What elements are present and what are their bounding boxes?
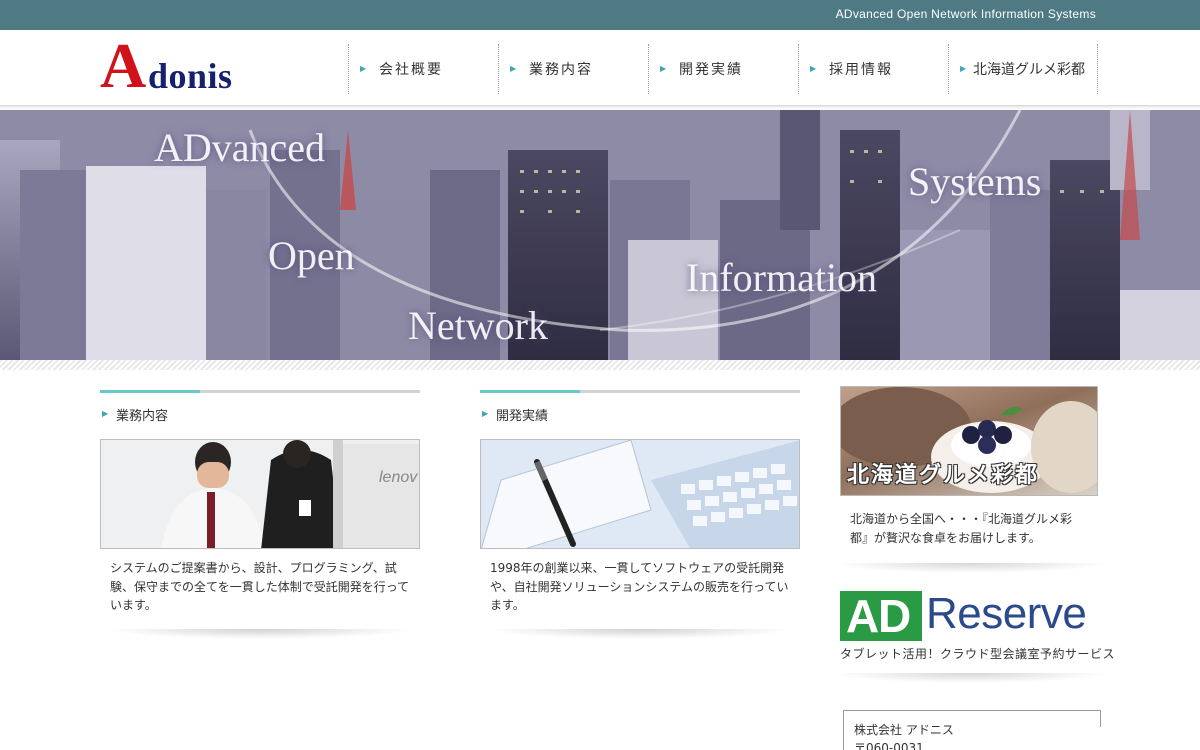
services-description: システムのご提案書から、設計、プログラミング、試験、保守までの全てを一貫した体制… (110, 561, 410, 613)
nav-label: 採用情報 (829, 62, 893, 78)
sidebar-shadow (830, 673, 1110, 684)
nav-arrow-icon: ▶ (360, 64, 367, 73)
logo-initial: A (100, 30, 147, 101)
nav-label: 北海道グルメ彩都 (973, 62, 1085, 78)
services-section: ▶ 業務内容 lenov システムのご提案書から、設計、プログラミング、試験、保… (100, 390, 420, 639)
company-info-box: 株式会社 アドニス 〒060-0031 (843, 710, 1101, 750)
hero-word-information: Information (686, 255, 878, 300)
services-title: 業務内容 (116, 409, 169, 424)
section-rule (100, 390, 420, 393)
nav-recruitment[interactable]: ▶ 採用情報 (798, 44, 948, 94)
adreserve-logo-mark: A D (840, 590, 922, 643)
nav-achievements[interactable]: ▶ 開発実績 (648, 44, 798, 94)
logo-text: donis (148, 56, 233, 96)
top-bar: ADvanced Open Network Information System… (0, 0, 1200, 30)
section-shadow (106, 628, 414, 639)
nav-arrow-icon: ▶ (810, 64, 817, 73)
nav-label: 開発実績 (679, 62, 743, 78)
section-shadow (486, 628, 794, 639)
adreserve-banner[interactable]: A D Reserve タブレット活用！クラウド型会議室予約サービス (830, 587, 1115, 667)
achievements-description: 1998年の創業以来、一貫してソフトウェアの受託開発や、自社開発ソリューションシ… (490, 561, 789, 613)
right-sidebar: 北海道グルメ彩都 北海道から全国へ・・・『北海道グルメ彩都』が贅沢な食卓をお届け… (830, 386, 1115, 684)
services-photo[interactable]: lenov (100, 439, 420, 549)
office-workers-illustration: lenov (101, 440, 419, 548)
nav-arrow-icon: ▶ (960, 64, 967, 73)
svg-text:lenov: lenov (379, 469, 418, 486)
heading-arrow-icon: ▶ (102, 409, 109, 418)
nav-services[interactable]: ▶ 業務内容 (498, 44, 648, 94)
achievements-title: 開発実績 (496, 409, 549, 424)
gourmet-banner-title: 北海道グルメ彩都 (847, 462, 1040, 488)
site-header: A donis ▶ 会社概要 ▶ 業務内容 ▶ 開発実績 ▶ 採用情報 ▶ 北海… (0, 30, 1200, 110)
main-nav: ▶ 会社概要 ▶ 業務内容 ▶ 開発実績 ▶ 採用情報 ▶ 北海道グルメ彩都 (348, 44, 1098, 94)
hero-word-advanced: ADvanced (154, 125, 326, 170)
company-zip: 〒060-0031 (854, 741, 924, 750)
site-tagline: ADvanced Open Network Information System… (835, 7, 1096, 21)
nav-hokkaido-gourmet[interactable]: ▶ 北海道グルメ彩都 (948, 44, 1098, 94)
section-rule (480, 390, 800, 393)
adreserve-logo-word: Reserve (926, 589, 1087, 639)
hero-word-network: Network (408, 303, 548, 348)
hero-divider-stripe (0, 360, 1200, 370)
adreserve-subtitle: タブレット活用！クラウド型会議室予約サービス (840, 647, 1116, 662)
achievements-photo[interactable] (480, 439, 800, 549)
heading-arrow-icon: ▶ (482, 409, 489, 418)
nav-label: 会社概要 (379, 62, 443, 78)
gourmet-description: 北海道から全国へ・・・『北海道グルメ彩都』が贅沢な食卓をお届けします。 (850, 512, 1073, 545)
sidebar-shadow (830, 563, 1110, 574)
nav-company-profile[interactable]: ▶ 会社概要 (348, 44, 498, 94)
hokkaido-gourmet-banner[interactable]: 北海道グルメ彩都 (840, 386, 1098, 496)
hero-cityscape: ADvanced Open Network Information System… (0, 110, 1200, 360)
hero-word-systems: Systems (908, 159, 1042, 204)
nav-arrow-icon: ▶ (510, 64, 517, 73)
nav-arrow-icon: ▶ (660, 64, 667, 73)
adreserve-logo-d: D (878, 590, 912, 643)
company-name: 株式会社 アドニス (854, 723, 954, 737)
keyboard-notebook-illustration (481, 440, 799, 548)
achievements-section: ▶ 開発実績 1998年の創業以来、一貫してソフトウェアの受託開発や、自社開発ソ… (480, 390, 800, 639)
nav-label: 業務内容 (529, 62, 593, 78)
achievements-heading[interactable]: ▶ 開発実績 (480, 405, 800, 425)
services-heading[interactable]: ▶ 業務内容 (100, 405, 420, 425)
hero-word-open: Open (268, 233, 355, 278)
adreserve-logo-a: A (846, 590, 880, 643)
